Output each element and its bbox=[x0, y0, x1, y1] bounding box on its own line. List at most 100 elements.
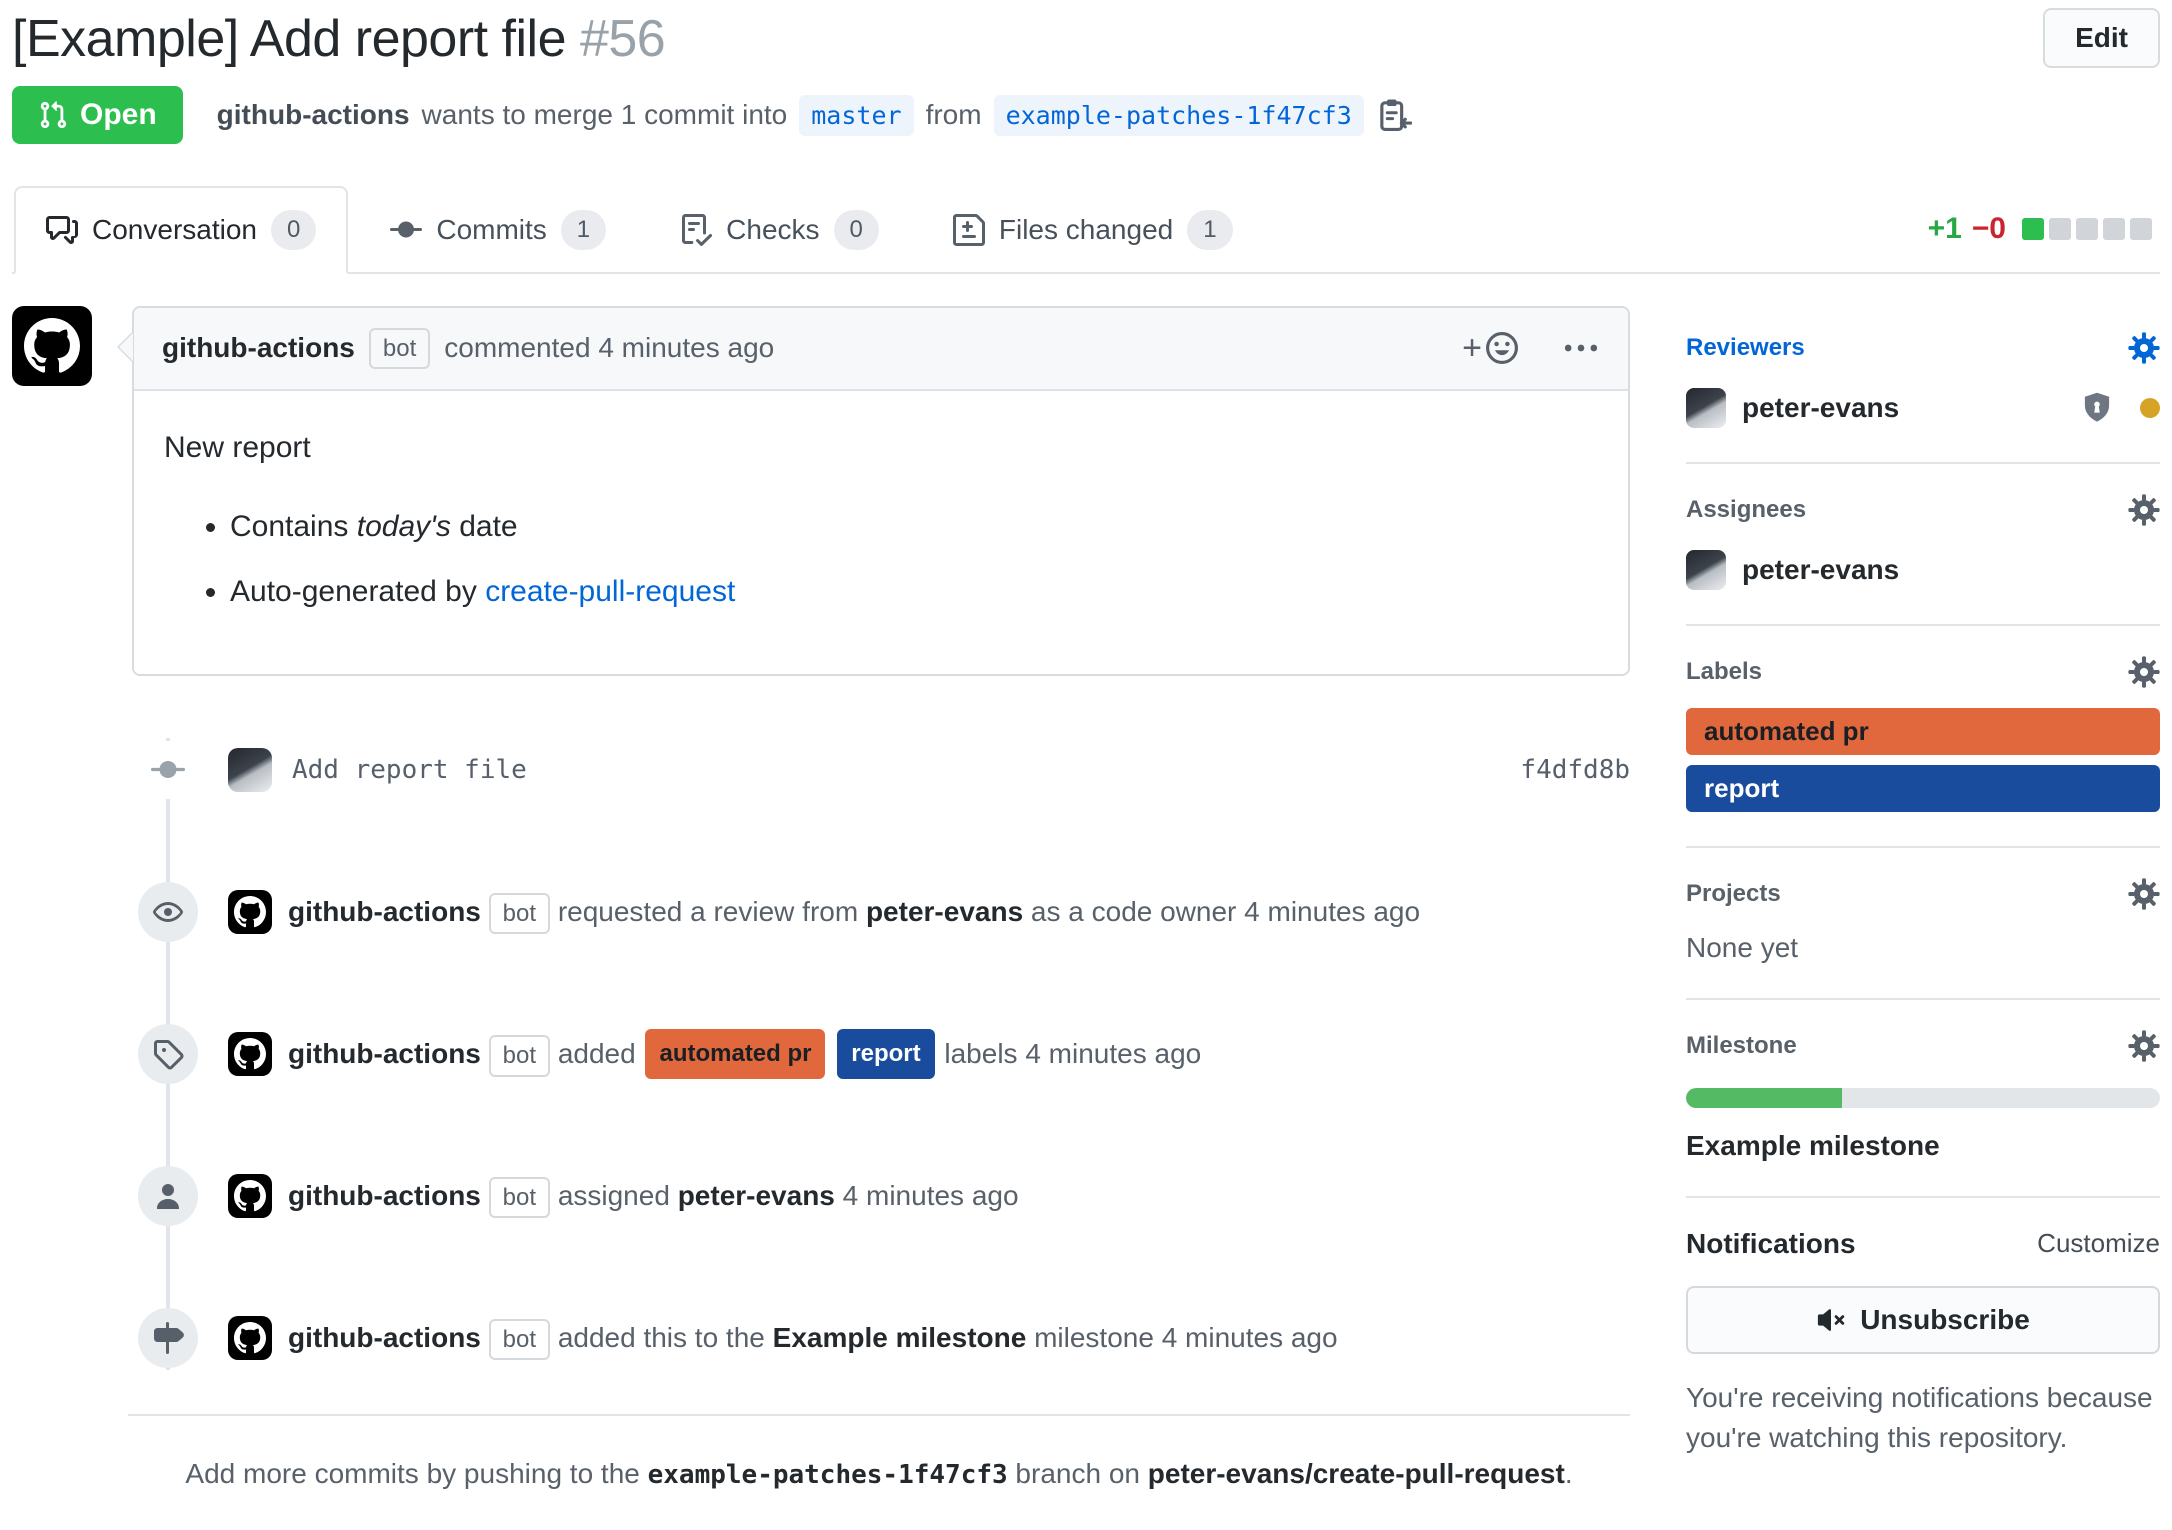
github-mark-icon bbox=[234, 1038, 266, 1070]
gear-icon[interactable] bbox=[2128, 656, 2160, 688]
merge-text: wants to merge 1 commit into bbox=[422, 99, 788, 131]
create-pull-request-link[interactable]: create-pull-request bbox=[485, 575, 735, 608]
comment-discussion-icon bbox=[46, 214, 78, 246]
event-author[interactable]: github-actions bbox=[288, 896, 481, 927]
diffstat[interactable]: +1 −0 bbox=[1928, 212, 2152, 246]
event-milestone-name[interactable]: Example milestone bbox=[773, 1322, 1027, 1353]
bullet-text: Auto-generated by bbox=[230, 575, 485, 608]
tab-counter: 1 bbox=[561, 210, 606, 249]
event-author[interactable]: github-actions bbox=[288, 1038, 481, 1069]
milestone-progress-fill bbox=[1686, 1088, 1842, 1108]
push-text: . bbox=[1565, 1458, 1573, 1489]
bot-badge[interactable]: bot bbox=[489, 1035, 550, 1077]
event-text: github-actions bot requested a review fr… bbox=[288, 890, 1420, 935]
event-phrase: 4 minutes ago bbox=[843, 1180, 1019, 1211]
checklist-icon bbox=[680, 214, 712, 246]
unsubscribe-button[interactable]: Unsubscribe bbox=[1686, 1286, 2160, 1354]
bot-badge[interactable]: bot bbox=[489, 1319, 550, 1361]
github-actions-avatar[interactable] bbox=[12, 306, 92, 386]
label-report[interactable]: report bbox=[837, 1029, 934, 1079]
sidebar-section-assignees: Assignees peter-evans bbox=[1686, 464, 2160, 626]
event-author[interactable]: github-actions bbox=[288, 1180, 481, 1211]
github-actions-avatar[interactable] bbox=[228, 890, 272, 934]
tab-counter: 0 bbox=[271, 210, 316, 249]
assignees-title: Assignees bbox=[1686, 496, 1806, 524]
commit-sha-link[interactable]: f4dfd8b bbox=[1520, 755, 1630, 785]
bullet-text: Contains bbox=[230, 510, 357, 543]
event-text: github-actions bot added automated pr re… bbox=[288, 1029, 1201, 1079]
assignee-row: peter-evans bbox=[1686, 550, 2160, 590]
tab-counter: 0 bbox=[834, 210, 879, 249]
peter-evans-avatar[interactable] bbox=[228, 748, 272, 792]
tab-commits[interactable]: Commits 1 bbox=[358, 186, 638, 273]
github-mark-icon bbox=[24, 318, 80, 374]
event-user[interactable]: peter-evans bbox=[678, 1180, 835, 1211]
label-automated-pr[interactable]: automated pr bbox=[645, 1029, 825, 1079]
bot-badge[interactable]: bot bbox=[489, 893, 550, 935]
head-branch-label[interactable]: example-patches-1f47cf3 bbox=[994, 95, 1364, 136]
reviewer-name[interactable]: peter-evans bbox=[1742, 392, 1899, 424]
pr-tabnav: Conversation 0 Commits 1 Checks 0 Files … bbox=[12, 186, 2160, 273]
sidebar-section-notifications: Notifications Customize Unsubscribe You'… bbox=[1686, 1198, 2160, 1493]
event-labels-added: github-actions bot added automated pr re… bbox=[12, 1022, 1630, 1086]
event-phrase: labels 4 minutes ago bbox=[944, 1038, 1201, 1069]
github-mark-icon bbox=[234, 1322, 266, 1354]
gear-icon[interactable] bbox=[2128, 494, 2160, 526]
github-actions-avatar[interactable] bbox=[228, 1174, 272, 1218]
bot-badge[interactable]: bot bbox=[489, 1177, 550, 1219]
page-title: [Example] Add report file #56 bbox=[12, 8, 665, 70]
tab-files-changed[interactable]: Files changed 1 bbox=[921, 186, 1265, 273]
gear-icon[interactable] bbox=[2128, 332, 2160, 364]
copy-branch-icon[interactable] bbox=[1376, 97, 1412, 133]
pr-state-badge: Open bbox=[12, 86, 183, 144]
commit-row: Add report file f4dfd8b bbox=[12, 738, 1630, 802]
diffstat-block bbox=[2103, 218, 2125, 240]
milestone-icon bbox=[138, 1308, 198, 1368]
kebab-menu-icon[interactable] bbox=[1562, 329, 1600, 367]
person-icon bbox=[138, 1166, 198, 1226]
comment-bullet: Contains today's date bbox=[230, 504, 1598, 549]
diffstat-blocks bbox=[2022, 218, 2152, 240]
timeline: Add report file f4dfd8b github-actions b… bbox=[12, 738, 1630, 1370]
tab-checks[interactable]: Checks 0 bbox=[648, 186, 911, 273]
from-text: from bbox=[926, 99, 982, 131]
event-phrase: assigned bbox=[558, 1180, 670, 1211]
edit-button[interactable]: Edit bbox=[2043, 8, 2160, 68]
diffstat-additions: +1 bbox=[1928, 212, 1962, 246]
tab-label: Commits bbox=[436, 214, 546, 246]
github-mark-icon bbox=[234, 896, 266, 928]
pr-title-text: [Example] Add report file bbox=[12, 10, 566, 68]
projects-empty-text: None yet bbox=[1686, 932, 2160, 964]
assignee-name[interactable]: peter-evans bbox=[1742, 554, 1899, 586]
bot-badge[interactable]: bot bbox=[369, 328, 430, 370]
milestone-name-link[interactable]: Example milestone bbox=[1686, 1130, 1940, 1161]
comment-author[interactable]: github-actions bbox=[162, 332, 355, 364]
label-report[interactable]: report bbox=[1686, 765, 2160, 812]
add-reaction-button[interactable]: + bbox=[1462, 330, 1520, 366]
author-link[interactable]: github-actions bbox=[217, 99, 410, 131]
comment-timestamp: commented 4 minutes ago bbox=[444, 332, 774, 364]
github-actions-avatar[interactable] bbox=[228, 1032, 272, 1076]
customize-link[interactable]: Customize bbox=[2037, 1228, 2160, 1259]
plus-icon: + bbox=[1462, 331, 1482, 365]
peter-evans-avatar[interactable] bbox=[1686, 388, 1726, 428]
github-actions-avatar[interactable] bbox=[228, 1316, 272, 1360]
event-user[interactable]: peter-evans bbox=[866, 896, 1023, 927]
milestone-progress-bar bbox=[1686, 1088, 2160, 1108]
merge-summary: github-actions wants to merge 1 commit i… bbox=[217, 95, 1412, 136]
tab-conversation[interactable]: Conversation 0 bbox=[14, 186, 348, 273]
event-author[interactable]: github-actions bbox=[288, 1322, 481, 1353]
reviewers-title[interactable]: Reviewers bbox=[1686, 334, 1805, 362]
push-repo-name: peter-evans/create-pull-request bbox=[1148, 1458, 1565, 1489]
commit-message-link[interactable]: Add report file bbox=[292, 755, 527, 785]
gear-icon[interactable] bbox=[2128, 1030, 2160, 1062]
eye-icon bbox=[138, 882, 198, 942]
notifications-note: You're receiving notifications because y… bbox=[1686, 1378, 2160, 1459]
base-branch-label[interactable]: master bbox=[799, 95, 913, 136]
diffstat-block bbox=[2076, 218, 2098, 240]
comment-thread: github-actions bot commented 4 minutes a… bbox=[12, 306, 1630, 677]
label-automated-pr[interactable]: automated pr bbox=[1686, 708, 2160, 755]
peter-evans-avatar[interactable] bbox=[1686, 550, 1726, 590]
tag-icon bbox=[138, 1024, 198, 1084]
gear-icon[interactable] bbox=[2128, 878, 2160, 910]
